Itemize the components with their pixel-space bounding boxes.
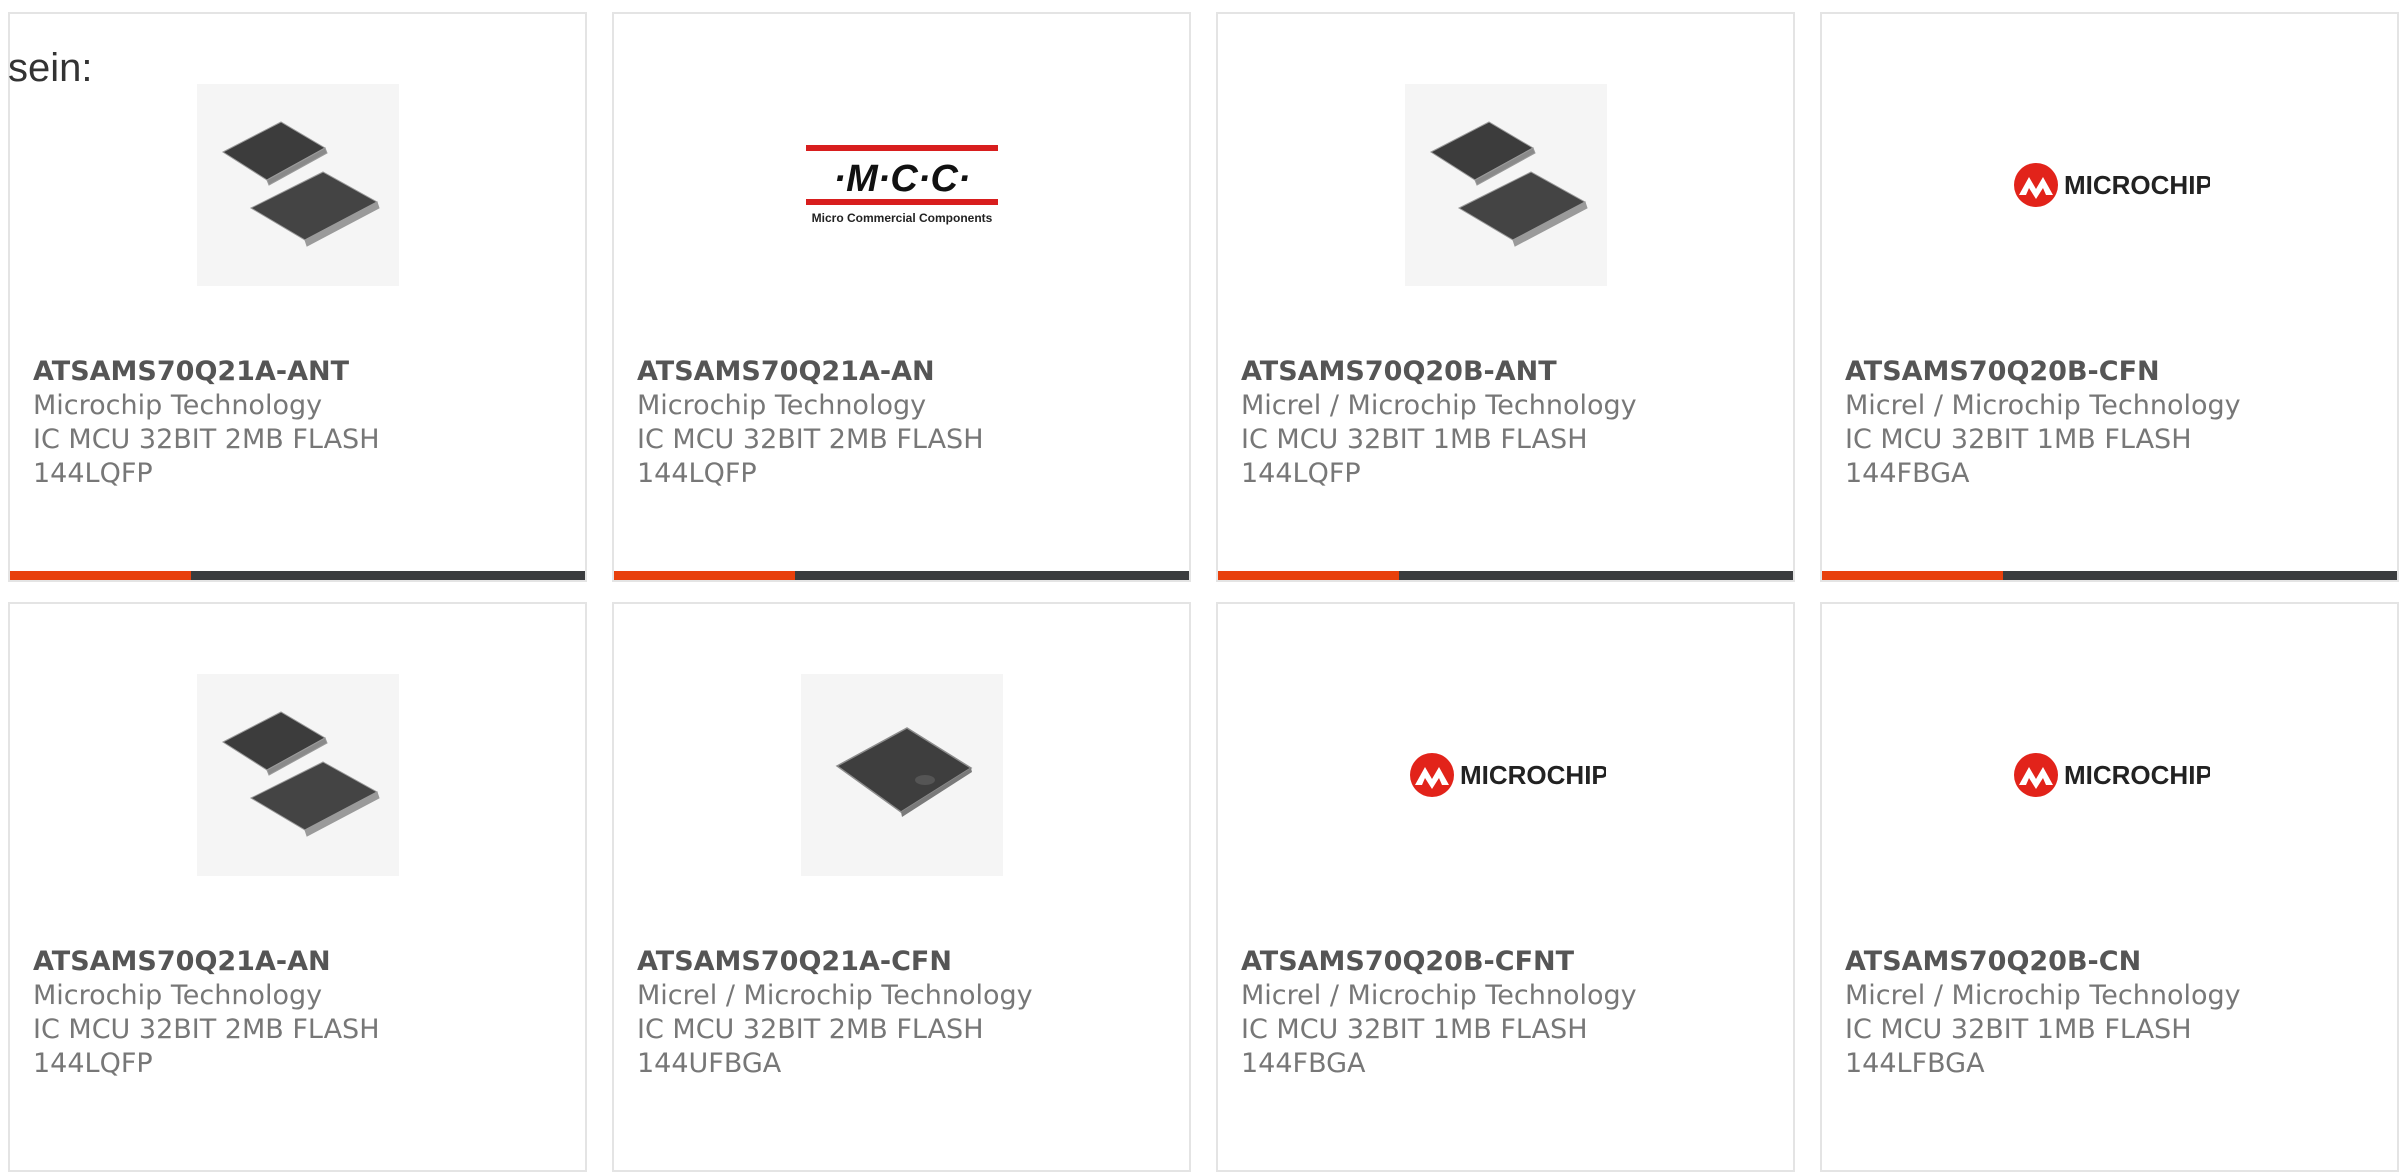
description-line: IC MCU 32BIT 2MB FLASH [33, 1014, 380, 1045]
product-card[interactable]: MICROCHIP ATSAMS70Q20B-CFN Micrel / Micr… [1820, 12, 2399, 582]
product-card[interactable]: ATSAMS70Q21A-AN Microchip Technology IC … [8, 602, 587, 1172]
mcc-logo[interactable]: ·M·C·C· Micro Commercial Components [801, 84, 1003, 286]
product-card[interactable]: ATSAMS70Q21A-ANT Microchip Technology IC… [8, 12, 587, 582]
description-line: 144LFBGA [1845, 1048, 1985, 1079]
manufacturer: Micrel / Microchip Technology [1241, 390, 1637, 421]
product-card[interactable]: ATSAMS70Q21A-CFN Micrel / Microchip Tech… [612, 602, 1191, 1172]
lqfp-chip-photo[interactable] [1404, 84, 1607, 286]
manufacturer: Microchip Technology [33, 390, 323, 421]
microchip-wordmark: MICROCHIP [2064, 760, 2210, 790]
manufacturer: Micrel / Microchip Technology [637, 980, 1033, 1011]
description-line: 144LQFP [637, 458, 757, 489]
product-card[interactable]: ATSAMS70Q20B-ANT Micrel / Microchip Tech… [1216, 12, 1795, 582]
microchip-logo[interactable]: MICROCHIP [2009, 84, 2211, 286]
card-accent-bar [614, 571, 796, 580]
card-accent-bar [1822, 571, 2004, 580]
part-number[interactable]: ATSAMS70Q20B-CFNT [1241, 944, 1783, 979]
description-line: 144UFBGA [637, 1048, 782, 1079]
description-line: 144LQFP [33, 1048, 153, 1079]
manufacturer: Microchip Technology [33, 980, 323, 1011]
part-number[interactable]: ATSAMS70Q21A-AN [637, 354, 1179, 389]
part-number[interactable]: ATSAMS70Q21A-AN [33, 944, 575, 979]
card-bottom-bar [10, 571, 585, 580]
product-card[interactable]: MICROCHIP ATSAMS70Q20B-CFNT Micrel / Mic… [1216, 602, 1795, 1172]
manufacturer: Microchip Technology [637, 390, 927, 421]
manufacturer: Micrel / Microchip Technology [1241, 980, 1637, 1011]
microchip-wordmark: MICROCHIP [2064, 170, 2210, 200]
description-line: 144FBGA [1241, 1048, 1366, 1079]
part-number[interactable]: ATSAMS70Q20B-CN [1845, 944, 2387, 979]
manufacturer: Micrel / Microchip Technology [1845, 390, 2241, 421]
description-line: 144LQFP [1241, 458, 1361, 489]
description-line: IC MCU 32BIT 1MB FLASH [1241, 424, 1588, 455]
part-number[interactable]: ATSAMS70Q21A-CFN [637, 944, 1179, 979]
card-bottom-bar [614, 571, 1189, 580]
part-number[interactable]: ATSAMS70Q21A-ANT [33, 354, 575, 389]
part-number[interactable]: ATSAMS70Q20B-CFN [1845, 354, 2387, 389]
bga-chip-photo[interactable] [800, 674, 1003, 876]
part-number[interactable]: ATSAMS70Q20B-ANT [1241, 354, 1783, 389]
card-accent-bar [1218, 571, 1400, 580]
product-card[interactable]: MICROCHIP ATSAMS70Q20B-CN Micrel / Micro… [1820, 602, 2399, 1172]
description-line: 144LQFP [33, 458, 153, 489]
card-bottom-bar [1822, 571, 2397, 580]
description-line: IC MCU 32BIT 2MB FLASH [637, 424, 984, 455]
microchip-logo[interactable]: MICROCHIP [1405, 674, 1607, 876]
manufacturer: Micrel / Microchip Technology [1845, 980, 2241, 1011]
description-line: IC MCU 32BIT 1MB FLASH [1845, 424, 2192, 455]
description-line: IC MCU 32BIT 2MB FLASH [33, 424, 380, 455]
description-line: IC MCU 32BIT 1MB FLASH [1845, 1014, 2192, 1045]
intro-text: sein: [8, 46, 93, 90]
description-line: IC MCU 32BIT 1MB FLASH [1241, 1014, 1588, 1045]
card-accent-bar [10, 571, 192, 580]
mcc-mark: ·M·C·C· [833, 158, 970, 200]
lqfp-chip-photo[interactable] [196, 84, 399, 286]
description-line: 144FBGA [1845, 458, 1970, 489]
description-line: IC MCU 32BIT 2MB FLASH [637, 1014, 984, 1045]
product-card[interactable]: ·M·C·C· Micro Commercial Components ATSA… [612, 12, 1191, 582]
card-bottom-bar [1218, 571, 1793, 580]
mcc-subtitle: Micro Commercial Components [811, 211, 992, 225]
microchip-wordmark: MICROCHIP [1460, 760, 1606, 790]
microchip-logo[interactable]: MICROCHIP [2009, 674, 2211, 876]
lqfp-chip-photo[interactable] [196, 674, 399, 876]
